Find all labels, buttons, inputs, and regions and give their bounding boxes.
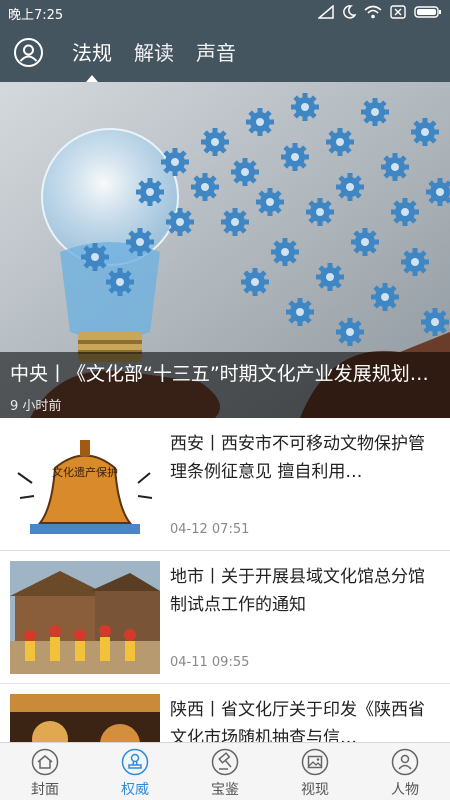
news-title: 地市丨关于开展县域文化馆总分馆制试点工作的通知 — [170, 567, 425, 615]
tab-voices[interactable]: 声音 — [196, 24, 236, 82]
list-item[interactable]: 地市丨关于开展县域文化馆总分馆制试点工作的通知 04-11 09:55 — [0, 551, 450, 684]
list-item[interactable]: 文化遗产保护 西安丨西安市不可移动文物保护管理条例征意见 擅自利用… 04-12… — [0, 418, 450, 551]
battery-icon — [414, 6, 441, 18]
image-icon — [301, 748, 329, 776]
news-thumbnail — [10, 561, 160, 674]
tab-label: 法规 — [72, 41, 112, 65]
status-time: 晚上7:25 — [8, 8, 64, 23]
hero-title: 中央丨《文化部“十三五”时期文化产业发展规划… — [10, 363, 429, 385]
hero-banner[interactable]: 中央丨《文化部“十三五”时期文化产业发展规划… 9 小时前 — [0, 82, 450, 418]
status-bar: 晚上7:25 — [0, 0, 450, 24]
tab-laws[interactable]: 法规 — [72, 24, 112, 82]
category-tabs: 法规 解读 声音 — [72, 24, 258, 82]
system-icons — [318, 3, 442, 21]
profile-avatar-button[interactable] — [14, 38, 43, 67]
home-icon — [31, 748, 59, 776]
nav-authority[interactable]: 权威 — [90, 743, 180, 800]
active-tab-indicator — [86, 75, 98, 82]
hero-time: 9 小时前 — [10, 399, 62, 414]
nav-label: 宝鉴 — [211, 782, 239, 798]
news-thumbnail: 文化遗产保护 — [10, 428, 160, 541]
festival-photo — [10, 561, 160, 674]
nav-cover[interactable]: 封面 — [0, 743, 90, 800]
nav-label: 权威 — [121, 782, 149, 798]
top-app-bar: 法规 解读 声音 — [0, 24, 450, 82]
person-icon — [19, 44, 38, 62]
wifi-icon — [364, 5, 382, 19]
thumbnail-label: 文化遗产保护 — [52, 465, 118, 479]
signal-icon — [318, 5, 334, 19]
tab-interpretation[interactable]: 解读 — [134, 24, 174, 82]
person-icon — [391, 748, 419, 776]
stamp-icon — [121, 748, 149, 776]
tab-label: 解读 — [134, 41, 174, 65]
moon-icon — [343, 5, 356, 19]
news-date: 04-11 09:55 — [170, 655, 250, 670]
bottom-navigation: 封面 权威 宝鉴 视现 人物 — [0, 742, 450, 800]
news-title: 西安丨西安市不可移动文物保护管理条例征意见 擅自利用… — [170, 434, 425, 482]
news-thumbnail — [10, 694, 160, 742]
exhibit-photo — [10, 694, 160, 742]
news-title: 陕西丨省文化厅关于印发《陕西省文化市场随机抽查与信… — [170, 700, 425, 742]
sim-disabled-icon — [390, 5, 406, 19]
bell-illustration: 文化遗产保护 — [10, 428, 160, 541]
list-item[interactable]: 陕西丨省文化厅关于印发《陕西省文化市场随机抽查与信… — [0, 684, 450, 742]
tab-label: 声音 — [196, 41, 236, 65]
news-list: 文化遗产保护 西安丨西安市不可移动文物保护管理条例征意见 擅自利用… 04-12… — [0, 418, 450, 742]
gavel-icon — [211, 748, 239, 776]
nav-people[interactable]: 人物 — [360, 743, 450, 800]
nav-label: 人物 — [391, 782, 419, 798]
nav-treasure[interactable]: 宝鉴 — [180, 743, 270, 800]
news-date: 04-12 07:51 — [170, 522, 250, 537]
nav-label: 封面 — [31, 782, 59, 798]
nav-video[interactable]: 视现 — [270, 743, 360, 800]
nav-label: 视现 — [301, 782, 329, 798]
